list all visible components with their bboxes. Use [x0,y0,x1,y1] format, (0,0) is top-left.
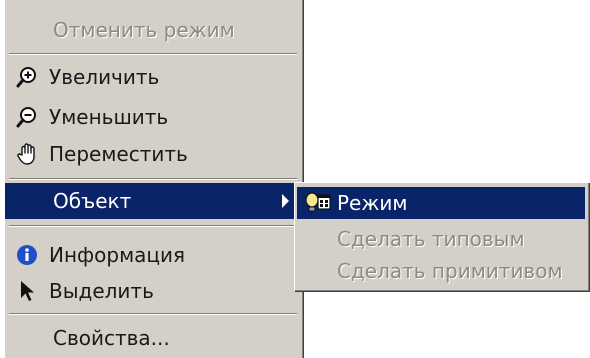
submenu-item-label: Сделать примитивом [337,259,563,283]
menu-item-label: Объект [53,189,132,213]
menu-item-label: Информация [49,243,186,267]
object-submenu: Режим Сделать типовым Сделать примитивом [294,182,589,291]
chevron-right-icon [282,194,289,208]
menu-item-label: Переместить [49,142,188,166]
menu-item-zoom-in[interactable]: Увеличить [5,59,301,95]
magnifier-minus-icon [15,105,39,129]
lightbulb-window-icon [303,191,333,215]
menu-separator [9,53,297,55]
context-menu: Отменить режим Увеличить Уменьшить Перем… [4,0,303,358]
submenu-item-make-primitive[interactable]: Сделать примитивом [297,255,585,287]
menu-item-label: Выделить [49,279,154,303]
menu-item-label: Свойства... [53,326,170,350]
menu-separator [9,178,297,180]
arrow-cursor-icon [15,279,39,303]
submenu-item-mode[interactable]: Режим [297,187,585,219]
submenu-item-make-typical[interactable]: Сделать типовым [297,223,585,255]
submenu-item-label: Сделать типовым [337,227,525,251]
submenu-item-label: Режим [337,191,408,215]
menu-item-select[interactable]: Выделить [5,273,301,309]
menu-separator [9,225,297,227]
menu-item-label: Уменьшить [49,105,169,129]
menu-item-info[interactable]: Информация [5,237,301,273]
hand-icon [15,142,39,166]
info-icon [15,243,39,267]
menu-separator [9,313,297,315]
menu-item-object[interactable]: Объект [5,183,301,219]
menu-item-label: Увеличить [49,65,160,89]
menu-item-properties[interactable]: Свойства... [5,320,301,356]
menu-item-label: Отменить режим [53,18,235,42]
menu-item-pan[interactable]: Переместить [5,136,301,172]
menu-item-cancel-mode[interactable]: Отменить режим [5,12,301,48]
magnifier-plus-icon [15,65,39,89]
menu-item-zoom-out[interactable]: Уменьшить [5,99,301,135]
